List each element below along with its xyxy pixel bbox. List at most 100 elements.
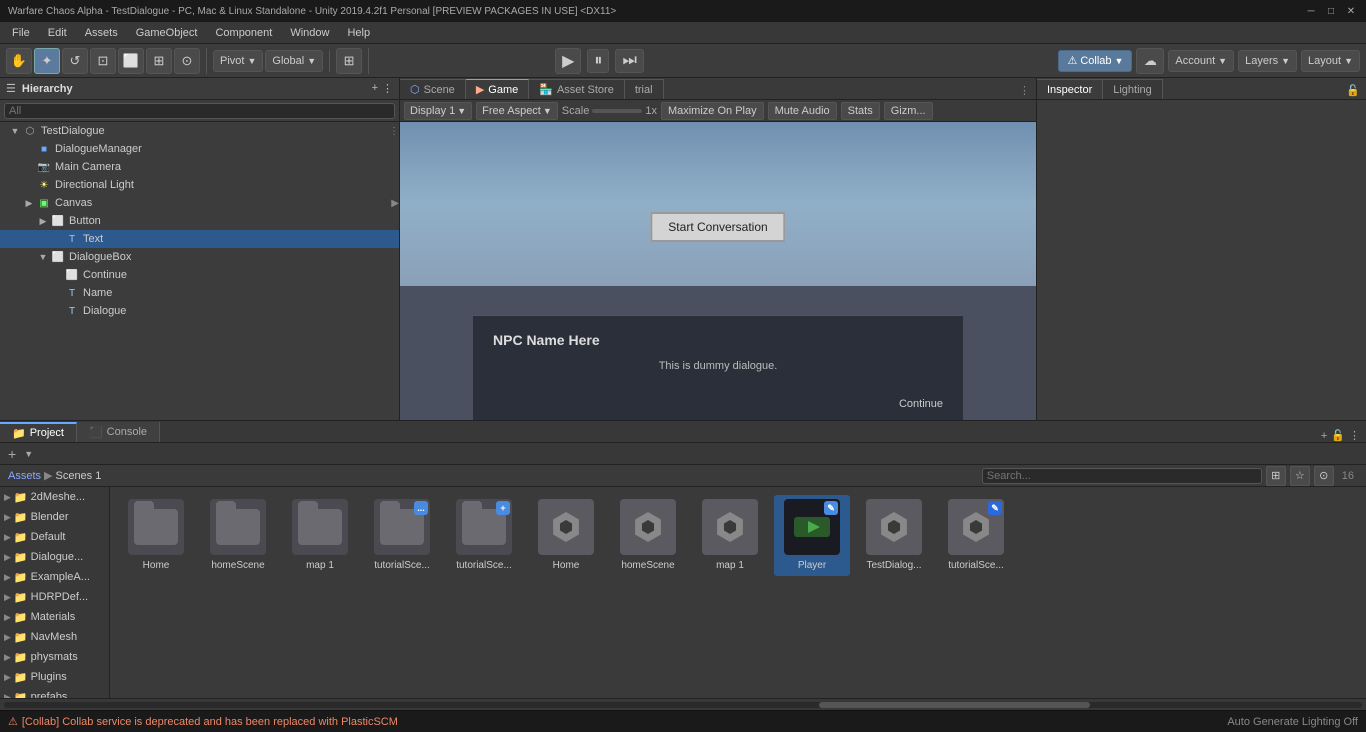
hierarchy-add-icon[interactable]: + [372,82,378,95]
hierarchy-more-icon[interactable]: ⋮ [382,82,393,95]
file-testdialog-unity[interactable]: TestDialog... [856,495,932,576]
hier-item-canvas[interactable]: ▶ ▣ Canvas ▶ [0,194,399,212]
folder-blender[interactable]: ▶ 📁 Blender [0,507,109,527]
layout-dropdown[interactable]: Layout ▼ [1301,50,1360,72]
folder-physmats[interactable]: ▶ 📁 physmats [0,647,109,667]
tab-project[interactable]: 📁 Project [0,422,77,442]
tab-console[interactable]: ⬛ Console [77,422,160,442]
file-tutscene1-folder[interactable]: ... tutorialSce... [364,495,440,576]
mute-btn[interactable]: Mute Audio [768,102,837,120]
tab-game[interactable]: ▶ Game [466,79,529,99]
start-conversation-button[interactable]: Start Conversation [650,212,785,242]
menu-help[interactable]: Help [339,25,378,41]
folder-prefabs[interactable]: ▶ 📁 prefabs [0,687,109,698]
scale-tool[interactable]: ⊡ [90,48,116,74]
folder-plugins[interactable]: ▶ 📁 Plugins [0,667,109,687]
folder-default[interactable]: ▶ 📁 Default [0,527,109,547]
folder-navmesh[interactable]: ▶ 📁 NavMesh [0,627,109,647]
custom-tool[interactable]: ⊙ [174,48,200,74]
folder-hdrp[interactable]: ▶ 📁 HDRPDef... [0,587,109,607]
file-homescene-unity[interactable]: homeScene [610,495,686,576]
pivot-dropdown[interactable]: Pivot ▼ [213,50,263,72]
menu-edit[interactable]: Edit [40,25,75,41]
dialogue-continue-btn[interactable]: Continue [899,398,943,410]
tab-inspector[interactable]: Inspector [1037,79,1103,99]
collab-button[interactable]: ⚠ Collab ▼ [1058,50,1132,72]
status-right-text: Auto Generate Lighting Off [1227,716,1358,728]
inspector-lock-button[interactable]: 🔓 [1340,82,1366,99]
scrollbar-thumb[interactable] [819,702,1091,708]
hier-item-continue[interactable]: ⬜ Continue [0,266,399,284]
hier-item-name[interactable]: T Name [0,284,399,302]
folder-example[interactable]: ▶ 📁 ExampleA... [0,567,109,587]
hier-item-maincamera[interactable]: 📷 Main Camera [0,158,399,176]
pause-button[interactable]: ⏸ [587,49,609,73]
text-icon: T [64,231,80,247]
minimize-button[interactable]: ─ [1304,4,1318,18]
file-tutscene2-folder[interactable]: + tutorialSce... [446,495,522,576]
project-content: + ▼ Assets ▶ Scenes 1 ⊞ ☆ ⊙ 16 [0,443,1366,710]
stats-label: Stats [848,105,873,117]
tab-lighting[interactable]: Lighting [1103,79,1163,99]
close-button[interactable]: ✕ [1344,4,1358,18]
gizmos-btn[interactable]: Gizm... [884,102,933,120]
hier-item-testdialogue[interactable]: ▼ ⬡ TestDialogue ⋮ [0,122,399,140]
tab-trial[interactable]: trial [625,79,664,99]
hier-item-dialoguebox[interactable]: ▼ ⬜ DialogueBox [0,248,399,266]
file-tutscene-unity[interactable]: ✎ tutorialSce... [938,495,1014,576]
display-dropdown[interactable]: Display 1 ▼ [404,102,472,120]
breadcrumb-assets[interactable]: Assets [8,470,41,482]
proj-filter-btn[interactable]: ☆ [1290,466,1310,486]
tab-more-icon[interactable]: ⋮ [1013,82,1036,99]
account-dropdown[interactable]: Account ▼ [1168,50,1234,72]
menu-file[interactable]: File [4,25,38,41]
rotate-tool[interactable]: ↺ [62,48,88,74]
cloud-button[interactable]: ☁ [1136,48,1164,74]
tab-scene[interactable]: ⬡ Scene [400,79,466,99]
multi-tool[interactable]: ⊞ [146,48,172,74]
step-button[interactable]: ⏭ [615,49,643,73]
hier-item-dialogue[interactable]: T Dialogue [0,302,399,320]
file-player[interactable]: ✎ Player [774,495,850,576]
bottom-more-icon[interactable]: ⋮ [1349,429,1360,442]
project-add-arrow[interactable]: ▼ [24,449,33,459]
hier-item-directionallight[interactable]: ☀ Directional Light [0,176,399,194]
scale-slider[interactable] [592,109,642,113]
file-homescene-folder[interactable]: homeScene [200,495,276,576]
folder-dialogue[interactable]: ▶ 📁 Dialogue... [0,547,109,567]
hier-item-dialoguemanager[interactable]: ■ DialogueManager [0,140,399,158]
folder-2dmeshe[interactable]: ▶ 📁 2dMeshe... [0,487,109,507]
folder-materials[interactable]: ▶ 📁 Materials [0,607,109,627]
menu-window[interactable]: Window [282,25,337,41]
hierarchy-search-input[interactable] [4,103,395,119]
tab-asset-store[interactable]: 🏪 Asset Store [529,79,625,99]
proj-fav-btn[interactable]: ⊙ [1314,466,1334,486]
maximize-btn[interactable]: Maximize On Play [661,102,764,120]
file-home-folder[interactable]: Home [118,495,194,576]
snap-btn[interactable]: ⊞ [336,48,362,74]
global-dropdown[interactable]: Global ▼ [265,50,323,72]
breadcrumb-scenes[interactable]: Scenes 1 [55,470,101,482]
play-button[interactable]: ▶ [555,48,581,74]
menu-assets[interactable]: Assets [77,25,126,41]
file-map1-folder[interactable]: map 1 [282,495,358,576]
proj-view-btn[interactable]: ⊞ [1266,466,1286,486]
bottom-add-icon[interactable]: + [1321,430,1327,442]
layers-dropdown[interactable]: Layers ▼ [1238,50,1297,72]
move-tool[interactable]: ✦ [34,48,60,74]
maximize-button[interactable]: □ [1324,4,1338,18]
project-search-input[interactable] [982,468,1262,484]
stats-btn[interactable]: Stats [841,102,880,120]
file-map1-unity[interactable]: map 1 [692,495,768,576]
hier-item-text[interactable]: T Text [0,230,399,248]
file-home-unity[interactable]: Home [528,495,604,576]
menu-gameobject[interactable]: GameObject [128,25,206,41]
project-add-button[interactable]: + [8,446,16,462]
bottom-lock-icon[interactable]: 🔓 [1331,429,1345,442]
menu-component[interactable]: Component [207,25,280,41]
rect-tool[interactable]: ⬜ [118,48,144,74]
hier-item-button[interactable]: ▶ ⬜ Button [0,212,399,230]
hand-tool[interactable]: ✋ [6,48,32,74]
aspect-dropdown[interactable]: Free Aspect ▼ [476,102,558,120]
file-grid: Home homeScene [110,487,1366,698]
